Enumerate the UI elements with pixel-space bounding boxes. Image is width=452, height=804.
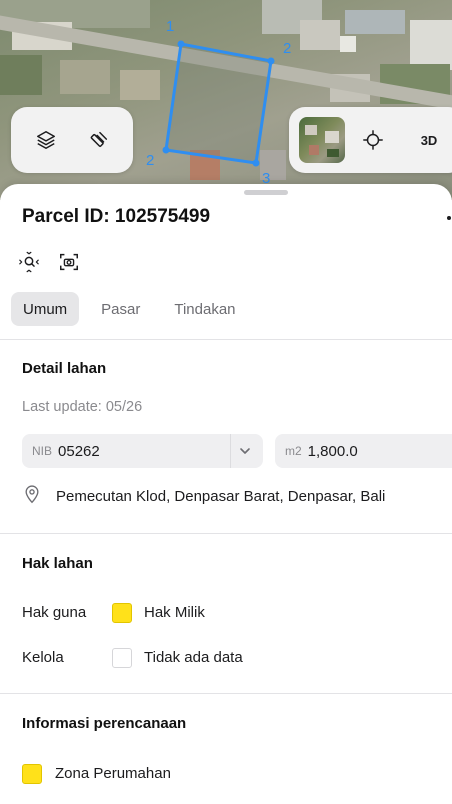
zone-value: Zona Perumahan: [55, 765, 171, 782]
parcel-detail-sheet: Parcel ID: 102575499 Umum Pasar Tindakan…: [0, 184, 452, 804]
locate-button[interactable]: [353, 120, 393, 160]
3d-label: 3D: [420, 132, 438, 148]
hak-guna-value: Hak Milik: [144, 604, 205, 621]
address-row: Pemecutan Klod, Denpasar Barat, Denpasar…: [22, 484, 385, 509]
kelola-value: Tidak ada data: [144, 649, 243, 666]
parcel-edge-label: 2: [146, 152, 155, 169]
divider: [0, 693, 452, 694]
draw-measure-button[interactable]: [79, 120, 119, 160]
kelola-label: Kelola: [22, 649, 64, 666]
camera-capture-icon[interactable]: [58, 251, 80, 278]
tab-umum[interactable]: Umum: [11, 292, 80, 326]
hak-guna-label: Hak guna: [22, 604, 87, 621]
area-unit: m2: [285, 444, 302, 458]
nib-select[interactable]: NIB 05262: [22, 434, 263, 468]
section-title-rights: Hak lahan: [22, 555, 93, 572]
basemap-thumbnail-button[interactable]: [299, 117, 345, 163]
layers-button[interactable]: [26, 120, 66, 160]
address-text: Pemecutan Klod, Denpasar Barat, Denpasar…: [56, 488, 386, 505]
chevron-down-icon[interactable]: [237, 443, 253, 464]
tab-pasar[interactable]: Pasar: [89, 292, 152, 326]
3d-toggle-button[interactable]: 3D: [409, 120, 449, 160]
parcel-title: Parcel ID: 102575499: [22, 206, 211, 227]
map-view-group: 3D: [289, 107, 452, 173]
tab-tindakan[interactable]: Tindakan: [162, 292, 247, 326]
crosshair-icon: [363, 130, 383, 150]
parcel-edge-label: 1: [166, 18, 175, 35]
area-field: m2 1,800.0: [275, 434, 452, 468]
section-title-detail: Detail lahan: [22, 360, 107, 377]
parcel-tools: [18, 251, 80, 278]
zone-swatch: [22, 764, 42, 784]
nib-prefix: NIB: [32, 444, 53, 458]
map-view[interactable]: 1 2 2 3 3D: [0, 0, 452, 200]
parcel-edge-label: 2: [283, 40, 292, 57]
zoom-to-parcel-icon[interactable]: [18, 251, 40, 278]
location-pin-icon: [22, 484, 42, 509]
nib-value: 05262: [58, 442, 100, 460]
kelola-swatch: [112, 648, 132, 668]
ruler-pencil-icon: [90, 131, 107, 147]
more-menu-icon[interactable]: [447, 216, 451, 220]
detail-tabs: Umum Pasar Tindakan: [11, 292, 248, 326]
layers-icon: [36, 131, 55, 149]
area-value: 1,800.0: [307, 442, 358, 460]
divider: [0, 339, 452, 340]
hak-milik-swatch: [112, 603, 132, 623]
last-update-text: Last update: 05/26: [22, 399, 143, 415]
section-title-planning: Informasi perencanaan: [22, 715, 187, 732]
field-separator: [230, 434, 231, 468]
map-tools-group: [11, 107, 133, 173]
divider: [0, 533, 452, 534]
sheet-drag-handle[interactable]: [244, 190, 288, 195]
